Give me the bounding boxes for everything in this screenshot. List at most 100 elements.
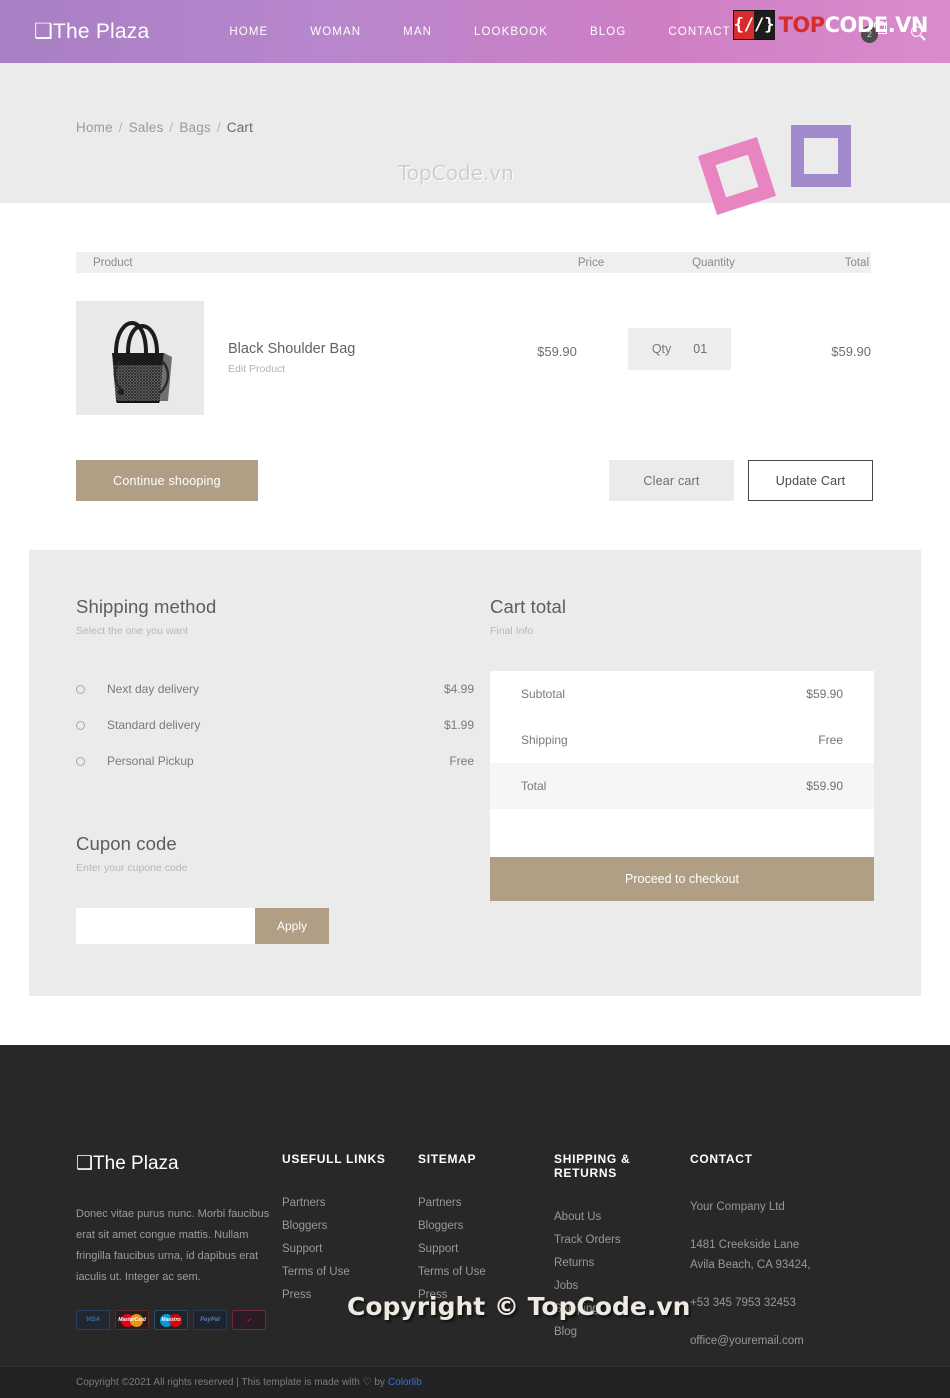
total-row-label: Shipping (521, 733, 568, 747)
shipping-option-pickup[interactable]: Personal Pickup Free (76, 743, 484, 779)
breadcrumb-item-home[interactable]: Home (76, 120, 113, 135)
copyright-text: Copyright ©2021 All rights reserved | Th… (76, 1377, 360, 1388)
footer-link-press[interactable]: Press (282, 1289, 418, 1301)
shipping-method-block: Shipping method Select the one you want … (76, 596, 484, 779)
site-footer: ❑The Plaza Donec vitae purus nunc. Morbi… (0, 1045, 950, 1398)
copyright-bar: Copyright ©2021 All rights reserved | Th… (0, 1366, 950, 1398)
shipping-option-label: Standard delivery (107, 718, 201, 732)
search-icon[interactable] (911, 26, 922, 37)
footer-link-blog[interactable]: Blog (554, 1326, 690, 1338)
quantity-value[interactable]: 01 (693, 342, 707, 356)
breadcrumb-separator: / (118, 120, 123, 135)
decorative-square-purple (791, 125, 851, 187)
footer-link-terms[interactable]: Terms of Use (282, 1266, 418, 1278)
breadcrumb-item-sales[interactable]: Sales (129, 120, 164, 135)
column-header-price: Price (577, 256, 605, 269)
contact-address-line2: Avila Beach, CA 93424, (690, 1259, 811, 1271)
breadcrumb-separator: / (169, 120, 174, 135)
cart-button[interactable]: 2 (861, 20, 893, 44)
breadcrumb-item-bags[interactable]: Bags (179, 120, 211, 135)
apply-coupon-button[interactable]: Apply (255, 908, 329, 944)
cart-total-card: Subtotal $59.90 Shipping Free Total $59.… (490, 671, 874, 901)
shipping-and-coupon-column: Shipping method Select the one you want … (76, 596, 484, 944)
footer-link-support[interactable]: Support (418, 1243, 554, 1255)
total-card-spacer (490, 809, 874, 857)
product-line-total: $59.90 (831, 344, 871, 359)
contact-email[interactable]: office@youremail.com (690, 1331, 890, 1351)
shipping-option-label: Personal Pickup (107, 754, 194, 768)
footer-heading: SHIPPING & RETURNS (554, 1152, 631, 1180)
discover-icon: ✔ (232, 1310, 266, 1330)
contact-phone[interactable]: +53 345 7953 32453 (690, 1293, 890, 1313)
footer-link-shipping[interactable]: Shipping (554, 1303, 690, 1315)
maestro-label: Maestro (161, 1317, 181, 1323)
nav-item-home[interactable]: HOME (229, 26, 268, 38)
quantity-stepper[interactable]: Qty 01 (628, 328, 731, 370)
footer-link-support[interactable]: Support (282, 1243, 418, 1255)
site-logo[interactable]: ❑The Plaza (34, 19, 149, 44)
footer-link-bloggers[interactable]: Bloggers (418, 1220, 554, 1232)
footer-link-bloggers[interactable]: Bloggers (282, 1220, 418, 1232)
paypal-icon: PayPal (193, 1310, 227, 1330)
shipping-option-next-day[interactable]: Next day delivery $4.99 (76, 671, 484, 707)
footer-column-sitemap: SITEMAP Partners Bloggers Support Terms … (418, 1152, 554, 1351)
update-cart-button[interactable]: Update Cart (748, 460, 873, 501)
footer-column-contact: CONTACT Your Company Ltd 1481 Creekside … (690, 1152, 890, 1351)
mastercard-icon: MasterCard (115, 1310, 149, 1330)
column-header-quantity: Quantity (692, 256, 735, 269)
footer-link-about-us[interactable]: About Us (554, 1211, 690, 1223)
footer-link-list: Partners Bloggers Support Terms of Use P… (418, 1197, 554, 1301)
handbag-image (112, 320, 172, 403)
footer-link-partners[interactable]: Partners (282, 1197, 418, 1209)
shipping-option-price: $1.99 (443, 718, 474, 732)
colorlib-link[interactable]: Colorlib (388, 1377, 422, 1388)
product-details: Black Shoulder Bag Edit Product (204, 301, 502, 375)
table-row: Black Shoulder Bag Edit Product $59.90 Q… (76, 301, 871, 415)
radio-icon[interactable] (76, 720, 85, 730)
footer-logo[interactable]: ❑The Plaza (76, 1152, 282, 1175)
shipping-option-standard[interactable]: Standard delivery $1.99 (76, 707, 484, 743)
payment-methods: VISA MasterCard Maestro PayPal ✔ (76, 1310, 282, 1330)
nav-item-woman[interactable]: WOMAN (310, 26, 361, 38)
mastercard-label: MasterCard (118, 1317, 146, 1323)
header-actions: 2 (861, 0, 922, 63)
proceed-to-checkout-button[interactable]: Proceed to checkout (490, 857, 874, 901)
total-row-value: $59.90 (806, 779, 843, 793)
nav-item-man[interactable]: MAN (403, 26, 432, 38)
footer-link-returns[interactable]: Returns (554, 1257, 690, 1269)
quantity-label: Qty (651, 342, 672, 356)
nav-item-lookbook[interactable]: LOOKBOOK (474, 26, 548, 38)
nav-item-contact[interactable]: CONTACT (668, 26, 730, 38)
radio-icon[interactable] (76, 684, 85, 694)
coupon-subtitle: Enter your cupone code (76, 862, 188, 874)
footer-column-shipping-returns: SHIPPING & RETURNS About Us Track Orders… (554, 1152, 690, 1351)
footer-link-partners[interactable]: Partners (418, 1197, 554, 1209)
breadcrumb-separator: / (216, 120, 221, 135)
coupon-input[interactable] (76, 908, 255, 944)
footer-link-terms[interactable]: Terms of Use (418, 1266, 554, 1278)
product-name[interactable]: Black Shoulder Bag (228, 341, 502, 357)
copyright-by: by (374, 1377, 385, 1388)
footer-columns: ❑The Plaza Donec vitae purus nunc. Morbi… (0, 1152, 950, 1351)
cart-summary-panel: Shipping method Select the one you want … (29, 550, 921, 996)
radio-icon[interactable] (76, 756, 85, 766)
shipping-option-label: Next day delivery (107, 682, 200, 696)
continue-shopping-button[interactable]: Continue shooping (76, 460, 258, 501)
footer-link-press[interactable]: Press (418, 1289, 554, 1301)
shipping-method-subtitle: Select the one you want (76, 625, 189, 637)
footer-link-track-orders[interactable]: Track Orders (554, 1234, 690, 1246)
cart-count-badge: 2 (861, 25, 878, 43)
cart-section: Product Price Quantity Total Black Shoul… (0, 252, 950, 996)
contact-company: Your Company Ltd (690, 1201, 785, 1213)
clear-cart-button[interactable]: Clear cart (609, 460, 734, 501)
total-row-label: Total (521, 779, 547, 793)
total-row-total: Total $59.90 (490, 763, 874, 809)
cart-total-column: Cart total Final Info Subtotal $59.90 Sh… (484, 596, 874, 944)
edit-product-link[interactable]: Edit Product (228, 363, 502, 375)
main-navigation: HOME WOMAN MAN LOOKBOOK BLOG CONTACT (229, 26, 730, 38)
footer-link-jobs[interactable]: Jobs (554, 1280, 690, 1292)
footer-heading: SITEMAP (418, 1152, 477, 1166)
footer-contact-details: Your Company Ltd 1481 Creekside Lane Avi… (690, 1197, 890, 1351)
product-thumbnail[interactable] (76, 301, 204, 415)
nav-item-blog[interactable]: BLOG (590, 26, 626, 38)
